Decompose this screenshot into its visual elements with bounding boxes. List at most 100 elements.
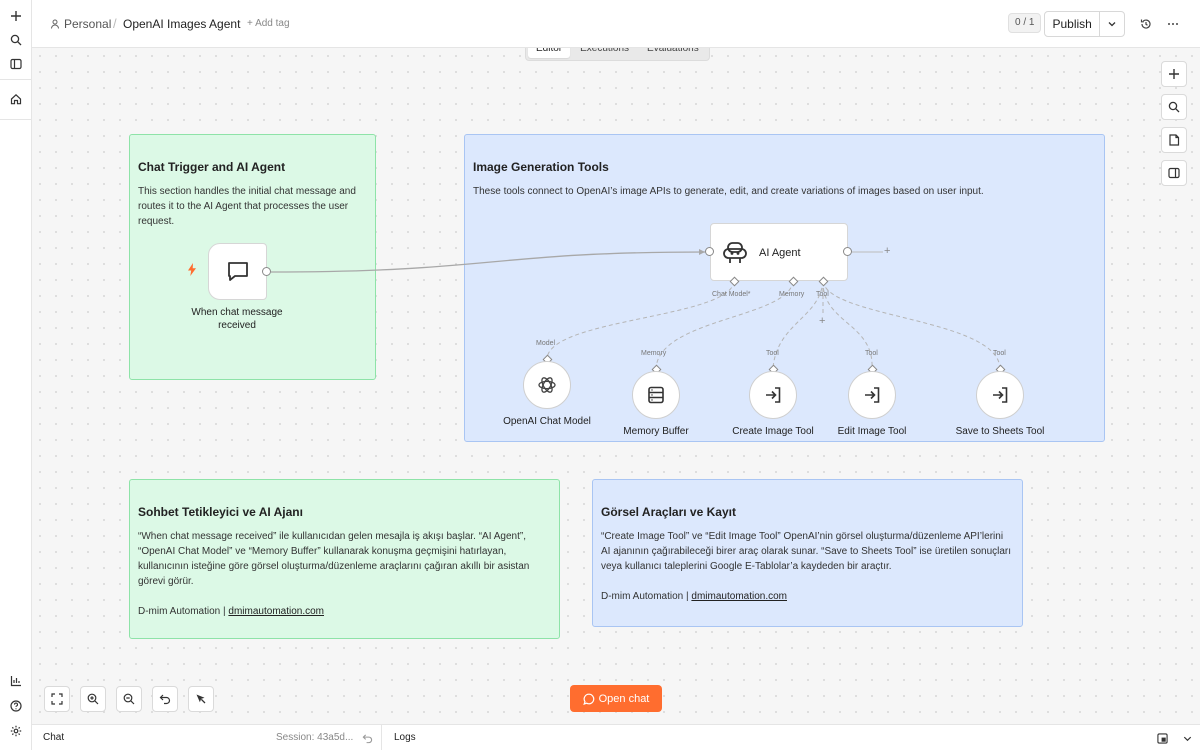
zoom-out-button[interactable] — [116, 686, 142, 712]
tab-executions[interactable]: Executions — [572, 48, 637, 58]
chat-icon — [582, 693, 594, 705]
sign-in-icon — [993, 387, 1008, 403]
home-icon[interactable] — [8, 91, 24, 107]
add-tag-button[interactable]: + Add tag — [247, 18, 290, 29]
insights-icon[interactable] — [8, 673, 24, 689]
node-memory-buffer[interactable] — [632, 371, 680, 419]
port-label: Memory — [779, 291, 805, 298]
bottom-panel-bar: Chat Session: 43a5d... Logs — [32, 724, 1200, 750]
sticky-body: These tools connect to OpenAI’s image AP… — [473, 186, 984, 197]
output-port[interactable] — [843, 247, 852, 256]
open-chat-button[interactable]: Open chat — [570, 685, 662, 712]
sticky-note-tr-left[interactable]: Sohbet Tetikleyici ve AI Ajanı “When cha… — [129, 479, 560, 639]
node-save-to-sheets-tool[interactable] — [976, 371, 1024, 419]
port-label: Tool — [865, 350, 878, 357]
user-icon — [51, 19, 59, 29]
sticky-body: This section handles the initial chat me… — [138, 186, 356, 227]
add-node-button[interactable] — [1161, 61, 1187, 87]
chat-panel-tab[interactable]: Chat — [43, 732, 64, 743]
node-ai-agent[interactable]: AI Agent — [710, 223, 848, 281]
sticky-signature: D-mim Automation | dmimautomation.com — [138, 606, 324, 617]
help-icon[interactable] — [8, 698, 24, 714]
logs-panel-tab[interactable]: Logs — [394, 732, 416, 743]
undo-icon — [159, 694, 171, 705]
openai-icon — [538, 377, 556, 393]
toggle-panel-button[interactable] — [1161, 160, 1187, 186]
collapse-panel-icon[interactable] — [1180, 731, 1194, 745]
history-icon[interactable] — [1138, 16, 1154, 32]
database-icon — [648, 386, 664, 404]
pop-out-icon[interactable] — [1155, 731, 1169, 745]
panel-toggle-icon[interactable] — [8, 56, 24, 72]
node-create-image-tool[interactable] — [749, 371, 797, 419]
plus-icon[interactable] — [8, 8, 24, 24]
lightning-icon — [188, 263, 196, 276]
top-header: Personal / OpenAI Images Agent + Add tag… — [32, 0, 1200, 48]
add-tool-icon[interactable]: + — [819, 316, 825, 327]
session-id: Session: 43a5d... — [276, 732, 354, 743]
port-label: Model — [536, 340, 556, 347]
input-port[interactable] — [705, 247, 714, 256]
robot-icon — [723, 242, 747, 263]
sticky-body: “Create Image Tool” ve “Edit Image Tool”… — [601, 531, 1012, 572]
sign-in-icon — [766, 387, 781, 403]
port-label: Tool — [993, 350, 1006, 357]
fit-view-icon — [51, 693, 63, 705]
sticky-title: Sohbet Tetikleyici ve AI Ajanı — [138, 505, 303, 519]
output-port[interactable] — [262, 267, 271, 276]
node-openai-chat-model[interactable] — [523, 361, 571, 409]
search-icon[interactable] — [8, 32, 24, 48]
plus-icon — [1169, 69, 1179, 79]
breadcrumb-project[interactable]: Personal — [50, 17, 111, 31]
tab-editor[interactable]: Editor — [528, 48, 571, 58]
add-node-icon[interactable]: + — [884, 246, 890, 257]
zoom-in-button[interactable] — [80, 686, 106, 712]
node-label: Memory Buffer — [623, 426, 689, 437]
fit-view-button[interactable] — [44, 686, 70, 712]
port-label: Memory — [641, 350, 667, 357]
publish-button-group: Publish — [1044, 11, 1125, 37]
search-icon — [1168, 101, 1180, 113]
publish-button[interactable]: Publish — [1045, 12, 1101, 36]
node-label: AI Agent — [759, 247, 801, 259]
reset-session-icon[interactable] — [360, 731, 374, 745]
more-options-icon[interactable] — [1165, 16, 1181, 32]
sticky-title: Chat Trigger and AI Agent — [138, 160, 286, 174]
project-name: Personal — [64, 17, 112, 31]
node-edit-image-tool[interactable] — [848, 371, 896, 419]
sticky-title: Görsel Araçları ve Kayıt — [601, 505, 736, 519]
add-sticky-button[interactable] — [1161, 127, 1187, 153]
sticky-title: Image Generation Tools — [473, 160, 609, 174]
node-chat-trigger[interactable] — [208, 243, 267, 300]
left-sidebar — [0, 0, 32, 750]
node-label: Edit Image Tool — [837, 426, 907, 437]
tab-evaluations[interactable]: Evaluations — [639, 48, 707, 58]
breadcrumb-separator: / — [113, 16, 117, 31]
workflow-canvas[interactable]: Chat Trigger and AI Agent This section h… — [32, 48, 1200, 724]
sticky-note-tr-right[interactable]: Görsel Araçları ve Kayıt “Create Image T… — [592, 479, 1023, 627]
signature-link[interactable]: dmimautomation.com — [691, 591, 787, 602]
sticky-note-icon — [1169, 134, 1180, 146]
port-label: Chat Model* — [712, 291, 751, 298]
view-tabs: Editor Executions Evaluations — [525, 48, 710, 61]
open-chat-label: Open chat — [598, 692, 650, 705]
panel-icon — [1168, 167, 1180, 179]
sign-in-icon — [865, 387, 880, 403]
port-label: Tool — [766, 350, 779, 357]
signature-link[interactable]: dmimautomation.com — [228, 606, 324, 617]
active-counter: 0 / 1 — [1008, 13, 1042, 33]
undo-button[interactable] — [152, 686, 178, 712]
tidy-up-button[interactable] — [188, 686, 214, 712]
chat-bubble-icon — [227, 261, 248, 281]
chevron-down-icon[interactable] — [1100, 12, 1124, 36]
sticky-signature: D-mim Automation | dmimautomation.com — [601, 591, 787, 602]
port-label: Tool — [816, 291, 829, 298]
sticky-body: “When chat message received” ile kullanı… — [138, 531, 530, 587]
search-nodes-button[interactable] — [1161, 94, 1187, 120]
workflow-name[interactable]: OpenAI Images Agent — [123, 17, 240, 31]
settings-icon[interactable] — [8, 723, 24, 739]
node-label: OpenAI Chat Model — [503, 416, 591, 427]
node-label: Save to Sheets Tool — [955, 426, 1045, 437]
node-label: When chat message received — [191, 307, 283, 331]
zoom-in-icon — [87, 693, 99, 705]
